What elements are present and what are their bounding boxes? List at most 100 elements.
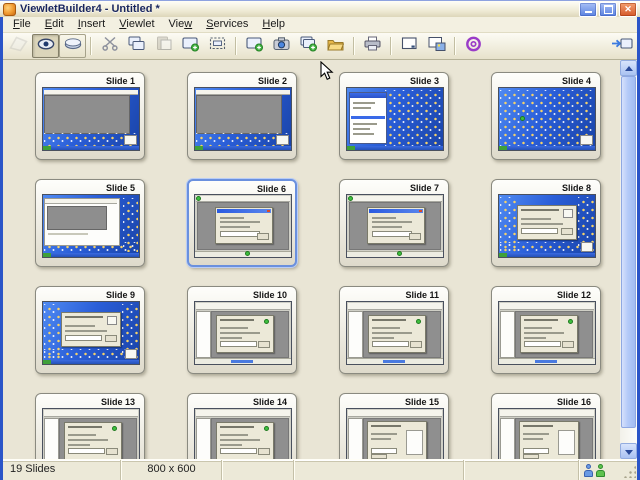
toolbar-separator: [390, 37, 392, 55]
toolbar: [3, 33, 637, 60]
slide-card-2[interactable]: Slide 2: [187, 72, 297, 160]
minimize-button[interactable]: [579, 2, 597, 17]
slide-thumbnail-dialog-on-light-app[interactable]: [194, 408, 292, 459]
scroll-up-button[interactable]: [620, 60, 637, 76]
cut-button[interactable]: [96, 34, 123, 58]
maximize-button[interactable]: [599, 2, 617, 17]
slide-thumbnail-desktop-start-menu[interactable]: [346, 87, 444, 151]
statusbar: 19 Slides 800 x 600: [3, 459, 637, 480]
paste-button: [150, 34, 177, 58]
slide-thumbnail-dialog-with-panel[interactable]: [346, 408, 444, 459]
slide-thumbnail-desktop-gray-window[interactable]: [194, 87, 292, 151]
slide-label: Slide 6: [257, 184, 286, 194]
menu-services[interactable]: Services: [199, 17, 255, 32]
slide-label: Slide 11: [405, 290, 439, 300]
slide-card-10[interactable]: Slide 10: [187, 286, 297, 374]
slide-card-14[interactable]: Slide 14: [187, 393, 297, 459]
menubar: FileEditInsertViewletViewServicesHelp: [3, 17, 637, 33]
duplicate-slide-button[interactable]: [295, 34, 322, 58]
menu-file[interactable]: File: [6, 17, 38, 32]
slide-thumbnail-dialog-on-gray-app[interactable]: [194, 194, 292, 258]
slide-label: Slide 3: [410, 76, 439, 86]
slide-card-15[interactable]: Slide 15: [339, 393, 449, 459]
menu-edit[interactable]: Edit: [38, 17, 71, 32]
resize-grip[interactable]: [623, 465, 636, 478]
image-slide-icon: [428, 36, 446, 57]
slide-thumbnail-dialog-with-panel[interactable]: [498, 408, 596, 459]
toolbar-separator: [235, 37, 237, 55]
slide-thumbnail-desktop-icons[interactable]: [498, 87, 596, 151]
slide-card-12[interactable]: Slide 12: [491, 286, 601, 374]
slide-thumbnail-desktop-app-window[interactable]: [42, 194, 140, 258]
slide-thumbnail-dialog-on-light-app[interactable]: [498, 301, 596, 365]
qarbon-logo-icon: [3, 3, 16, 16]
slide-label: Slide 16: [557, 397, 591, 407]
goto-slide-button[interactable]: [608, 34, 635, 58]
slide-label: Slide 13: [101, 397, 135, 407]
slide-card-16[interactable]: Slide 16: [491, 393, 601, 459]
slide-label: Slide 15: [405, 397, 439, 407]
eye-button[interactable]: [32, 34, 59, 58]
slide-label: Slide 5: [106, 183, 135, 193]
slide-thumbnail-dialog-on-desktop[interactable]: [42, 301, 140, 365]
slide-thumbnail-desktop-gray-window[interactable]: [42, 87, 140, 151]
toolbar-separator: [90, 37, 92, 55]
toolbar-separator: [454, 37, 456, 55]
slide-card-6[interactable]: Slide 6: [187, 179, 297, 267]
qarbon-eye-button[interactable]: [460, 34, 487, 58]
select-slide-button[interactable]: [204, 34, 231, 58]
page-ghost-button: [5, 34, 32, 58]
menu-help[interactable]: Help: [255, 17, 292, 32]
insert-slide-button[interactable]: [177, 34, 204, 58]
user-green-icon: [596, 464, 605, 477]
slide-card-1[interactable]: Slide 1: [35, 72, 145, 160]
menu-view[interactable]: View: [162, 17, 200, 32]
disc-button[interactable]: [59, 34, 86, 58]
slide-card-9[interactable]: Slide 9: [35, 286, 145, 374]
open-folder-icon: [327, 37, 344, 56]
slide-thumbnail-dialog-on-desktop[interactable]: [498, 194, 596, 258]
slide-card-4[interactable]: Slide 4: [491, 72, 601, 160]
slide-label: Slide 7: [410, 183, 439, 193]
slide-card-5[interactable]: Slide 5: [35, 179, 145, 267]
duplicate-slide-icon: [300, 36, 317, 57]
slide-card-11[interactable]: Slide 11: [339, 286, 449, 374]
qarbon-eye-icon: [465, 36, 482, 57]
slide-thumbnail-dialog-on-gray-app[interactable]: [346, 194, 444, 258]
select-slide-icon: [209, 36, 226, 56]
slide-label: Slide 4: [562, 76, 591, 86]
slide-label: Slide 8: [562, 183, 591, 193]
slide-thumbnail-dialog-on-light-app[interactable]: [42, 408, 140, 459]
disc-icon: [64, 37, 82, 55]
image-slide-button[interactable]: [423, 34, 450, 58]
slide-card-13[interactable]: Slide 13: [35, 393, 145, 459]
user-blue-icon: [584, 464, 593, 477]
menu-insert[interactable]: Insert: [71, 17, 113, 32]
slide-sorter-view: Slide 1 Slide 2 Slide 3 Slide 4 Slide 5 …: [3, 60, 637, 459]
slide-thumbnail-dialog-on-light-app[interactable]: [194, 301, 292, 365]
slide-count: 19 Slides: [3, 460, 120, 480]
slide-card-8[interactable]: Slide 8: [491, 179, 601, 267]
open-folder-button[interactable]: [322, 34, 349, 58]
print-icon: [364, 36, 381, 56]
copy-button[interactable]: [123, 34, 150, 58]
new-slide-button[interactable]: [241, 34, 268, 58]
vertical-scrollbar[interactable]: [620, 60, 637, 459]
paste-icon: [156, 36, 172, 56]
menu-viewlet[interactable]: Viewlet: [112, 17, 161, 32]
copy-icon: [128, 36, 145, 56]
scroll-down-button[interactable]: [620, 443, 637, 459]
titlebar[interactable]: ViewletBuilder4 - Untitled * ✕: [0, 0, 640, 17]
viewletbuilder-window: ViewletBuilder4 - Untitled * ✕ FileEditI…: [0, 0, 640, 480]
slide-card-7[interactable]: Slide 7: [339, 179, 449, 267]
capture-icon: [273, 36, 290, 56]
print-button[interactable]: [359, 34, 386, 58]
page-ghost-icon: [8, 35, 29, 57]
slide-thumbnail-dialog-on-light-app[interactable]: [346, 301, 444, 365]
blank-slide-button[interactable]: [396, 34, 423, 58]
close-button[interactable]: ✕: [619, 2, 637, 17]
slide-card-3[interactable]: Slide 3: [339, 72, 449, 160]
capture-button[interactable]: [268, 34, 295, 58]
scrollbar-thumb[interactable]: [621, 76, 636, 428]
slide-label: Slide 2: [258, 76, 287, 86]
